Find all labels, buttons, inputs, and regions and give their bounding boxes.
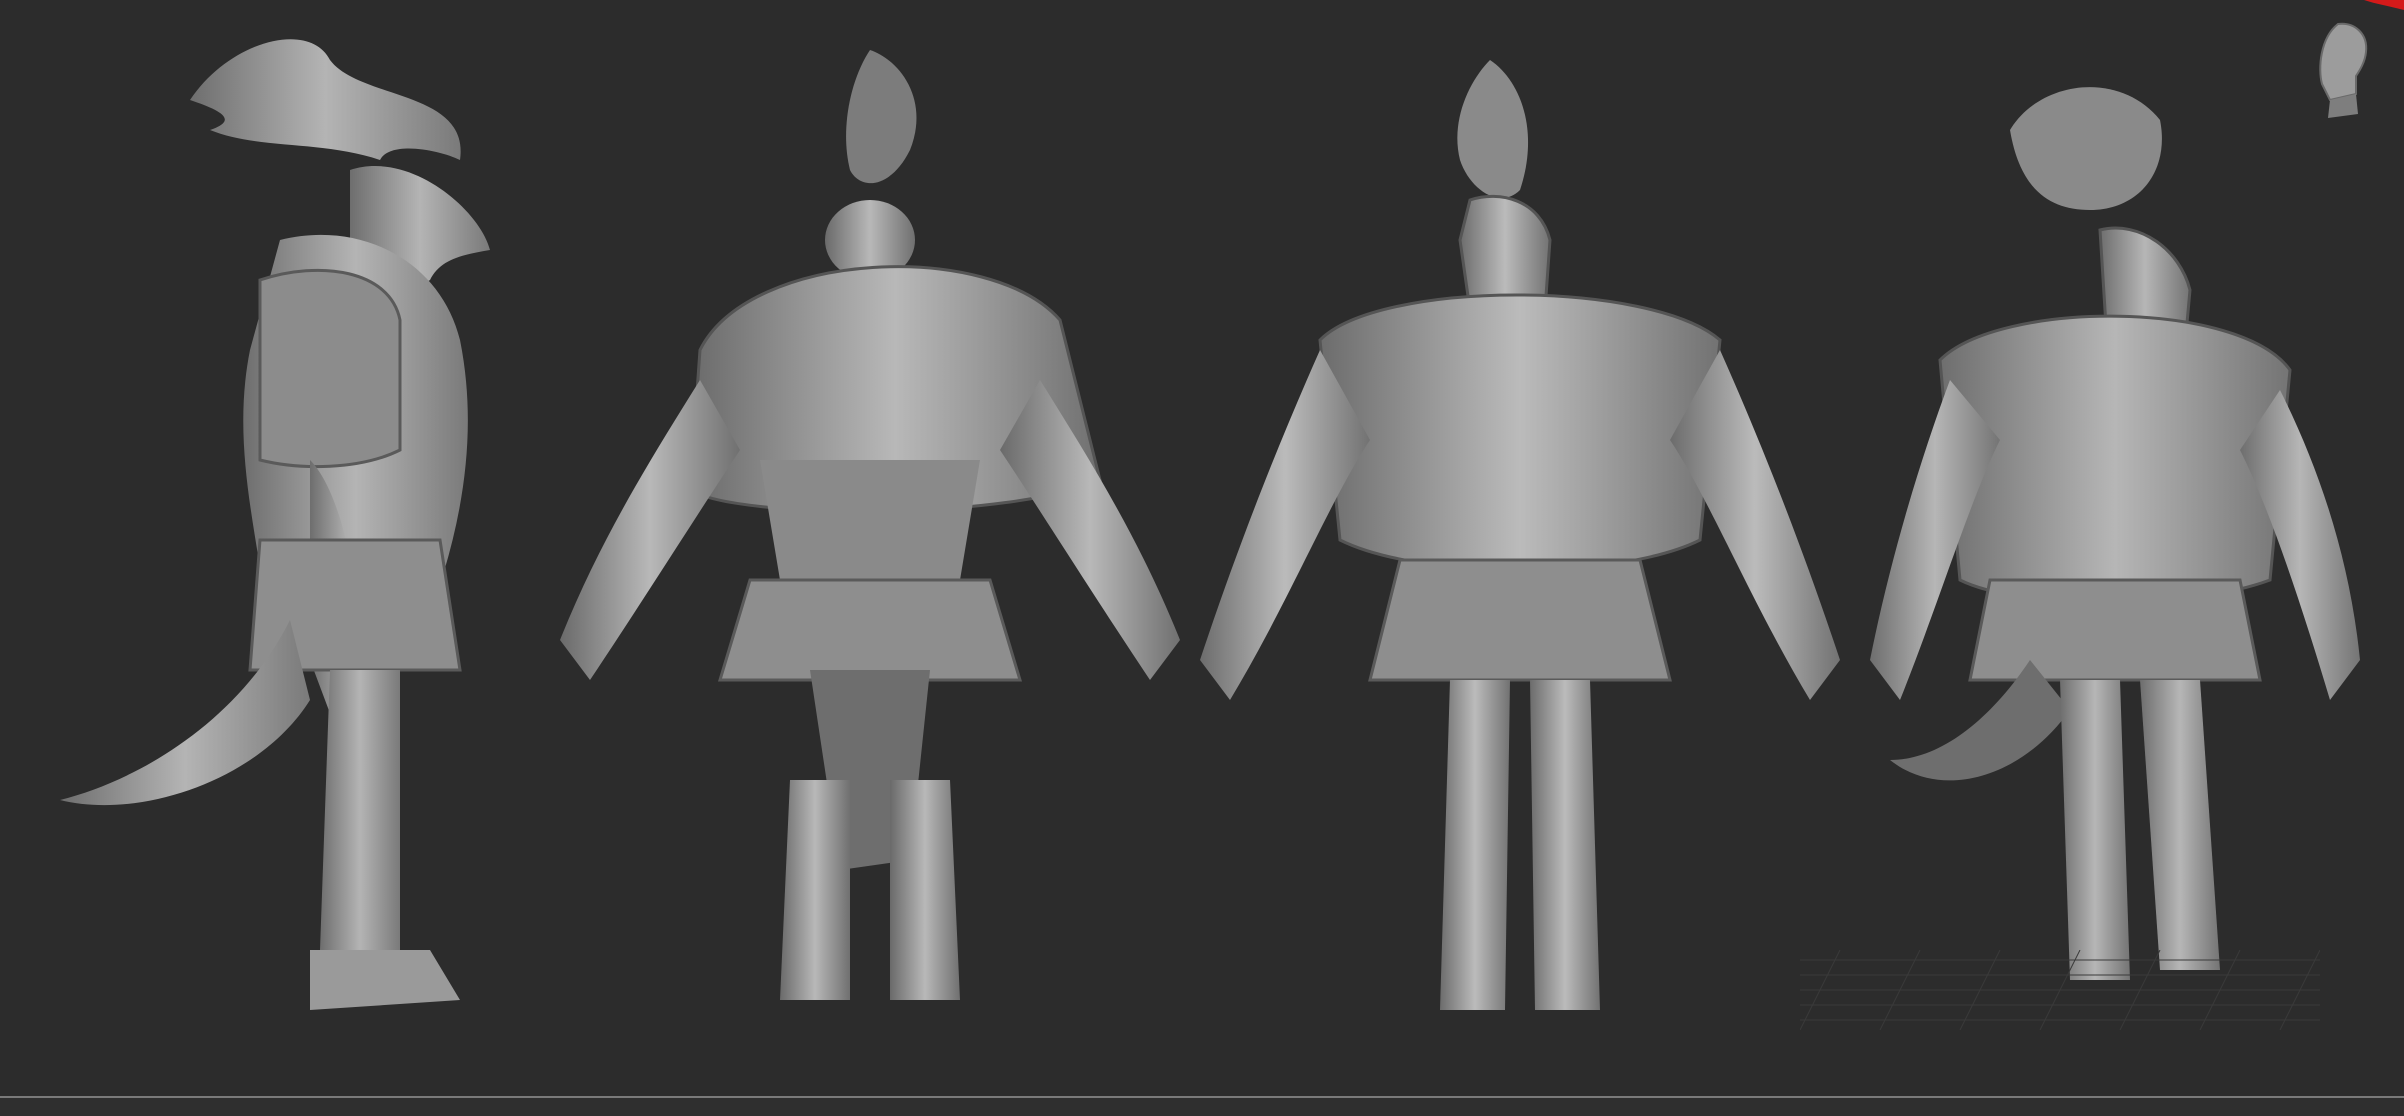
character-back-view[interactable] [540, 20, 1200, 1040]
head-orientation-icon[interactable] [2310, 14, 2380, 124]
character-front-view[interactable] [1200, 20, 1840, 1040]
status-strip [0, 1098, 2404, 1116]
ground-grid [1800, 950, 2320, 1030]
corner-accent-mark [2364, 0, 2404, 10]
3d-viewport[interactable] [0, 0, 2404, 1096]
character-side-view[interactable] [60, 20, 500, 1040]
character-three-quarter-view[interactable] [1860, 20, 2380, 1040]
